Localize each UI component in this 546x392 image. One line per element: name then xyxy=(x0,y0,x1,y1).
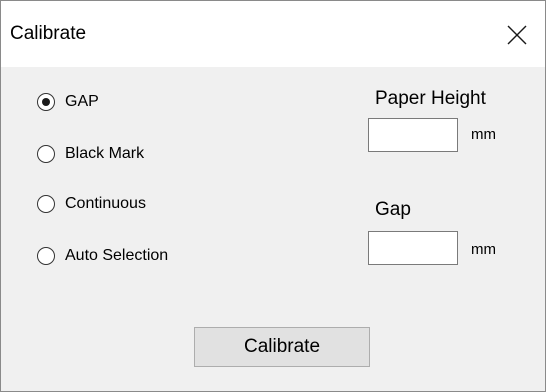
calibrate-dialog: Calibrate GAP Black Mark Continuous Auto… xyxy=(0,0,546,392)
radio-label: Black Mark xyxy=(65,145,145,162)
title-bar: Calibrate xyxy=(1,1,545,67)
gap-unit: mm xyxy=(471,241,496,258)
window-title: Calibrate xyxy=(10,23,87,44)
paper-height-label: Paper Height xyxy=(375,88,486,109)
paper-height-input[interactable] xyxy=(368,118,458,152)
radio-gap[interactable]: GAP xyxy=(37,90,99,114)
gap-input[interactable] xyxy=(368,231,458,265)
radio-circle[interactable] xyxy=(37,247,55,265)
close-icon xyxy=(507,25,527,45)
paper-height-unit: mm xyxy=(471,126,496,143)
radio-circle[interactable] xyxy=(37,195,55,213)
radio-label: GAP xyxy=(65,93,99,110)
radio-continuous[interactable]: Continuous xyxy=(37,192,146,216)
radio-circle[interactable] xyxy=(37,145,55,163)
radio-auto-selection[interactable]: Auto Selection xyxy=(37,244,168,268)
close-button[interactable] xyxy=(489,1,545,67)
gap-label: Gap xyxy=(375,199,411,220)
calibrate-button[interactable]: Calibrate xyxy=(194,327,370,367)
radio-black-mark[interactable]: Black Mark xyxy=(37,142,144,166)
radio-circle-checked[interactable] xyxy=(37,93,55,111)
radio-label: Continuous xyxy=(65,195,146,212)
radio-label: Auto Selection xyxy=(65,247,169,264)
